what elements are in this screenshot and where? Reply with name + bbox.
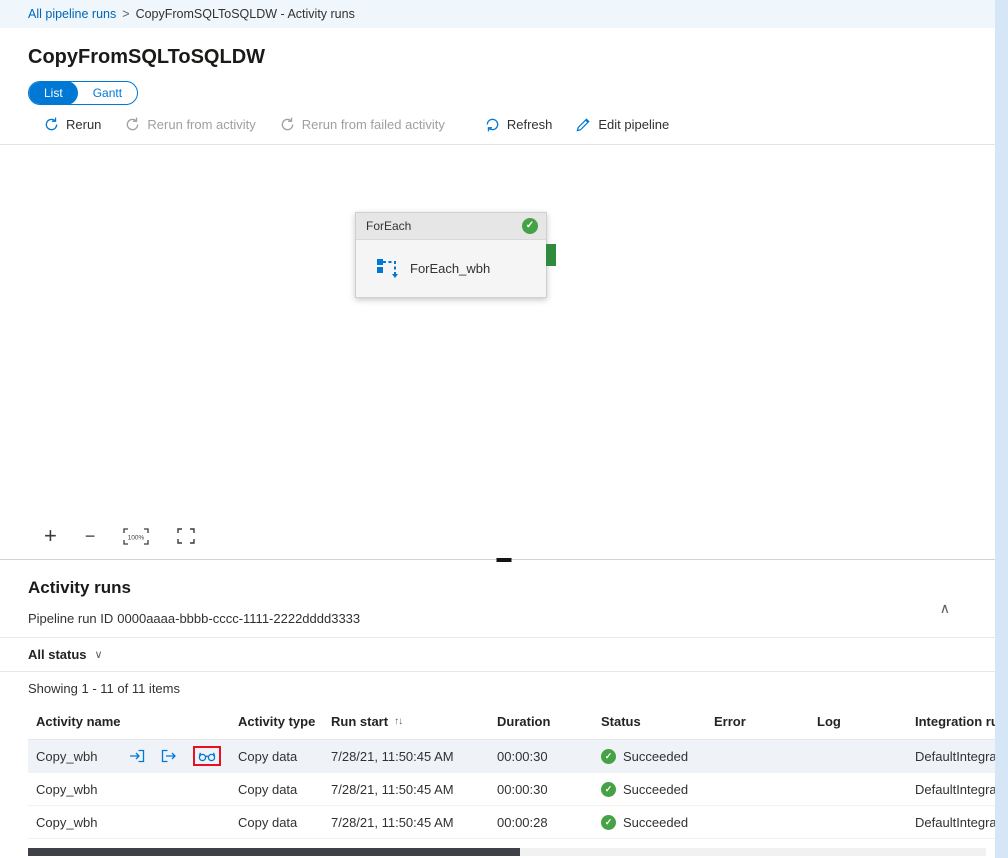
canvas-zoom-controls: + − 100% bbox=[44, 523, 195, 549]
pipeline-run-id-value: 0000aaaa-bbbb-cccc-1111-2222dddd3333 bbox=[117, 611, 360, 626]
foreach-icon bbox=[376, 258, 398, 280]
column-header-integration-runtime: Integration runtime bbox=[907, 714, 1008, 729]
status-label: Succeeded bbox=[623, 815, 688, 830]
items-summary: Showing 1 - 11 of 11 items bbox=[0, 672, 1008, 696]
view-toggle-pill: List Gantt bbox=[28, 81, 138, 105]
chevron-down-icon: ∨ bbox=[95, 648, 103, 661]
output-icon[interactable] bbox=[161, 749, 177, 763]
rerun-icon bbox=[44, 117, 59, 132]
rerun-button[interactable]: Rerun bbox=[44, 117, 101, 132]
zoom-in-button[interactable]: + bbox=[44, 523, 57, 549]
duration-cell: 00:00:28 bbox=[489, 815, 593, 830]
details-glasses-icon[interactable] bbox=[198, 750, 216, 762]
node-succeeded-icon: ✓ bbox=[522, 218, 538, 234]
zoom-out-button[interactable]: − bbox=[85, 526, 96, 547]
node-body: ForEach_wbh bbox=[356, 240, 546, 297]
duration-cell: 00:00:30 bbox=[489, 782, 593, 797]
panel-resize-handle[interactable] bbox=[497, 558, 512, 562]
succeeded-check-icon: ✓ bbox=[601, 782, 616, 797]
foreach-activity-node[interactable]: ForEach ✓ ForEach_wbh bbox=[355, 212, 547, 298]
horizontal-scrollbar[interactable] bbox=[28, 848, 986, 856]
rerun-label: Rerun bbox=[66, 117, 101, 132]
view-toggle: List Gantt bbox=[28, 81, 1008, 105]
rerun-from-failed-activity-label: Rerun from failed activity bbox=[302, 117, 445, 132]
fit-to-screen-button[interactable] bbox=[177, 528, 195, 544]
activity-type-cell: Copy data bbox=[230, 815, 323, 830]
refresh-icon bbox=[485, 117, 500, 132]
activity-type-cell: Copy data bbox=[230, 782, 323, 797]
node-name-label: ForEach_wbh bbox=[410, 261, 490, 276]
collapse-panel-chevron-up-icon[interactable]: ∧ bbox=[940, 600, 950, 617]
refresh-label: Refresh bbox=[507, 117, 553, 132]
status-filter-dropdown[interactable]: All status ∨ bbox=[0, 638, 1008, 671]
node-header: ForEach ✓ bbox=[356, 213, 546, 240]
zoom-percent-label: 100% bbox=[128, 534, 145, 541]
pencil-icon bbox=[576, 117, 591, 132]
duration-cell: 00:00:30 bbox=[489, 749, 593, 764]
page-title: CopyFromSQLToSQLDW bbox=[28, 46, 1008, 69]
rerun-from-activity-button[interactable]: Rerun from activity bbox=[125, 117, 255, 132]
details-highlight-box bbox=[193, 746, 221, 766]
table-row: Copy_wbh Copy data 7/28/21, 11:50:45 AM … bbox=[28, 773, 1008, 806]
input-icon[interactable] bbox=[129, 749, 145, 763]
table-row: Copy_wbh bbox=[28, 740, 1008, 773]
toggle-list-button[interactable]: List bbox=[29, 81, 78, 105]
pipeline-run-id-label: Pipeline run ID bbox=[28, 611, 113, 626]
node-type-label: ForEach bbox=[366, 219, 411, 233]
activity-runs-page: All pipeline runs > CopyFromSQLToSQLDW -… bbox=[0, 0, 1008, 858]
run-start-cell: 7/28/21, 11:50:45 AM bbox=[323, 749, 489, 764]
status-label: Succeeded bbox=[623, 782, 688, 797]
edit-pipeline-button[interactable]: Edit pipeline bbox=[576, 117, 669, 132]
column-header-run-start[interactable]: Run start ↑↓ bbox=[323, 714, 489, 729]
activity-runs-panel: Activity runs ∧ Pipeline run ID 0000aaaa-… bbox=[0, 578, 1008, 839]
pipeline-run-id: Pipeline run ID 0000aaaa-bbbb-cccc-1111-2… bbox=[28, 611, 1008, 626]
row-action-icons bbox=[129, 746, 221, 766]
table-header-row: Activity name Activity type Run start ↑↓… bbox=[28, 704, 1008, 740]
breadcrumb-separator: > bbox=[122, 7, 129, 21]
activity-name-cell: Copy_wbh bbox=[28, 782, 230, 797]
run-start-cell: 7/28/21, 11:50:45 AM bbox=[323, 815, 489, 830]
integration-runtime-cell: DefaultIntegrationRuntime bbox=[907, 782, 1008, 797]
activity-type-cell: Copy data bbox=[230, 749, 323, 764]
command-bar: Rerun Rerun from activity Rerun from fai… bbox=[0, 105, 1008, 145]
column-header-status: Status bbox=[593, 714, 706, 729]
toggle-gantt-button[interactable]: Gantt bbox=[78, 81, 137, 105]
rerun-from-activity-icon bbox=[125, 117, 140, 132]
activity-name-cell: Copy_wbh bbox=[28, 746, 230, 766]
node-output-connector[interactable] bbox=[546, 244, 556, 266]
vertical-scrollbar[interactable] bbox=[995, 0, 1008, 858]
succeeded-check-icon: ✓ bbox=[601, 815, 616, 830]
breadcrumb-link-all-pipeline-runs[interactable]: All pipeline runs bbox=[28, 7, 116, 21]
sort-arrows-icon: ↑↓ bbox=[394, 716, 402, 727]
column-header-log: Log bbox=[809, 714, 907, 729]
breadcrumb: All pipeline runs > CopyFromSQLToSQLDW -… bbox=[0, 0, 1008, 28]
rerun-from-activity-label: Rerun from activity bbox=[147, 117, 255, 132]
zoom-reset-button[interactable]: 100% bbox=[123, 528, 149, 545]
status-cell: ✓ Succeeded bbox=[593, 782, 706, 797]
activity-runs-heading: Activity runs bbox=[28, 578, 1008, 598]
activity-runs-table: Activity name Activity type Run start ↑↓… bbox=[28, 704, 1008, 839]
edit-pipeline-label: Edit pipeline bbox=[598, 117, 669, 132]
rerun-from-failed-activity-button[interactable]: Rerun from failed activity bbox=[280, 117, 445, 132]
run-start-cell: 7/28/21, 11:50:45 AM bbox=[323, 782, 489, 797]
activity-name-cell: Copy_wbh bbox=[28, 815, 230, 830]
column-header-duration: Duration bbox=[489, 714, 593, 729]
integration-runtime-cell: DefaultIntegrationRuntime bbox=[907, 815, 1008, 830]
succeeded-check-icon: ✓ bbox=[601, 749, 616, 764]
status-label: Succeeded bbox=[623, 749, 688, 764]
horizontal-scrollbar-thumb[interactable] bbox=[28, 848, 520, 856]
table-row: Copy_wbh Copy data 7/28/21, 11:50:45 AM … bbox=[28, 806, 1008, 839]
breadcrumb-current: CopyFromSQLToSQLDW - Activity runs bbox=[136, 7, 355, 21]
rerun-from-failed-activity-icon bbox=[280, 117, 295, 132]
status-cell: ✓ Succeeded bbox=[593, 749, 706, 764]
status-filter-label: All status bbox=[28, 647, 87, 662]
column-header-activity-name: Activity name bbox=[28, 714, 230, 729]
integration-runtime-cell: DefaultIntegrationRuntime bbox=[907, 749, 1008, 764]
status-cell: ✓ Succeeded bbox=[593, 815, 706, 830]
column-header-error: Error bbox=[706, 714, 809, 729]
column-header-activity-type: Activity type bbox=[230, 714, 323, 729]
pipeline-canvas[interactable]: ForEach ✓ ForEach_wbh + − bbox=[0, 145, 1008, 560]
refresh-button[interactable]: Refresh bbox=[485, 117, 553, 132]
